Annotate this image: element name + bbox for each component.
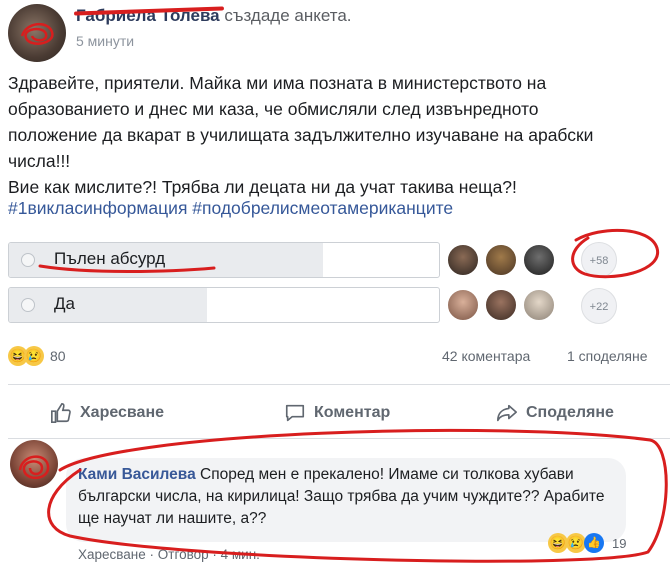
comment-reaction-count[interactable]: 19 [612, 536, 626, 551]
commenter-avatar-scribble [18, 455, 50, 479]
voter-avatar[interactable] [446, 288, 480, 322]
share-arrow-icon [497, 404, 517, 422]
post-body: Здравейте, приятели. Майка ми има познат… [8, 70, 668, 200]
post-text-line: Вие как мислите?! Трябва ли децата ни да… [8, 177, 517, 197]
share-button[interactable]: Споделяне [496, 402, 614, 424]
voter-avatar[interactable] [484, 243, 518, 277]
comment-label: Коментар [314, 404, 391, 422]
post-text-line: числа!!! [8, 151, 71, 171]
voter-avatar[interactable] [522, 243, 556, 277]
reaction-count[interactable]: 80 [50, 348, 66, 364]
poll-option-yes[interactable]: Да [8, 287, 440, 323]
post-author-line: Габриела Толева създаде анкета. [76, 6, 352, 26]
divider [8, 438, 670, 439]
voter-avatar[interactable] [446, 243, 480, 277]
post-action-text: създаде анкета. [219, 6, 352, 25]
speech-bubble-icon [285, 404, 305, 422]
comment-time[interactable]: 4 мин. [221, 547, 260, 562]
voter-avatar[interactable] [484, 288, 518, 322]
divider [8, 384, 670, 385]
voter-avatar[interactable] [522, 288, 556, 322]
poll-radio-button[interactable] [21, 253, 35, 267]
poll-radio-button[interactable] [21, 298, 35, 312]
like-button[interactable]: Харесване [50, 402, 164, 424]
haha-reaction-icon[interactable]: 😆 [548, 533, 568, 553]
separator-dot: · [208, 547, 221, 562]
poll-option-absurd[interactable]: Пълен абсурд [8, 242, 440, 278]
comment-author[interactable]: Ками Василева [78, 466, 196, 483]
separator-dot: · [145, 547, 158, 562]
post-text-line: положение да вкарат в училищата задължит… [8, 125, 594, 145]
post-hashtags[interactable]: #1викласинформация #подобрелисмеотамерик… [8, 198, 453, 219]
comment-button[interactable]: Коментар [284, 402, 390, 424]
poll-result-bar [9, 288, 207, 322]
thumbs-up-reaction-icon[interactable]: 👍 [584, 533, 604, 553]
comment-like-link[interactable]: Харесване [78, 547, 146, 562]
comment-reply-link[interactable]: Отговор [158, 547, 209, 562]
post-text-line: Здравейте, приятели. Майка ми има познат… [8, 73, 547, 93]
avatar-scribble-mark [20, 23, 54, 45]
sad-reaction-icon[interactable]: 😢 [566, 533, 586, 553]
comment-text: Ками Василева Според мен е прекалено! Им… [78, 464, 618, 530]
comments-count[interactable]: 42 коментара [442, 348, 530, 364]
thumbs-up-icon [51, 403, 71, 423]
post-timestamp[interactable]: 5 минути [76, 33, 134, 49]
comment-actions: Харесване · Отговор · 4 мин. [78, 547, 260, 562]
shares-count[interactable]: 1 споделяне [567, 348, 648, 364]
poll-option-label: Да [54, 294, 75, 313]
more-voters-badge[interactable]: +22 [581, 288, 617, 324]
post-text-line: образованието и днес ми каза, че обмисля… [8, 99, 539, 119]
share-label: Споделяне [526, 404, 614, 422]
more-voters-badge[interactable]: +58 [581, 242, 617, 278]
like-label: Харесване [80, 404, 165, 422]
sad-reaction-icon[interactable]: 😢 [24, 346, 44, 366]
post-author-name[interactable]: Габриела Толева [76, 6, 220, 25]
poll-option-label: Пълен абсурд [54, 249, 166, 268]
